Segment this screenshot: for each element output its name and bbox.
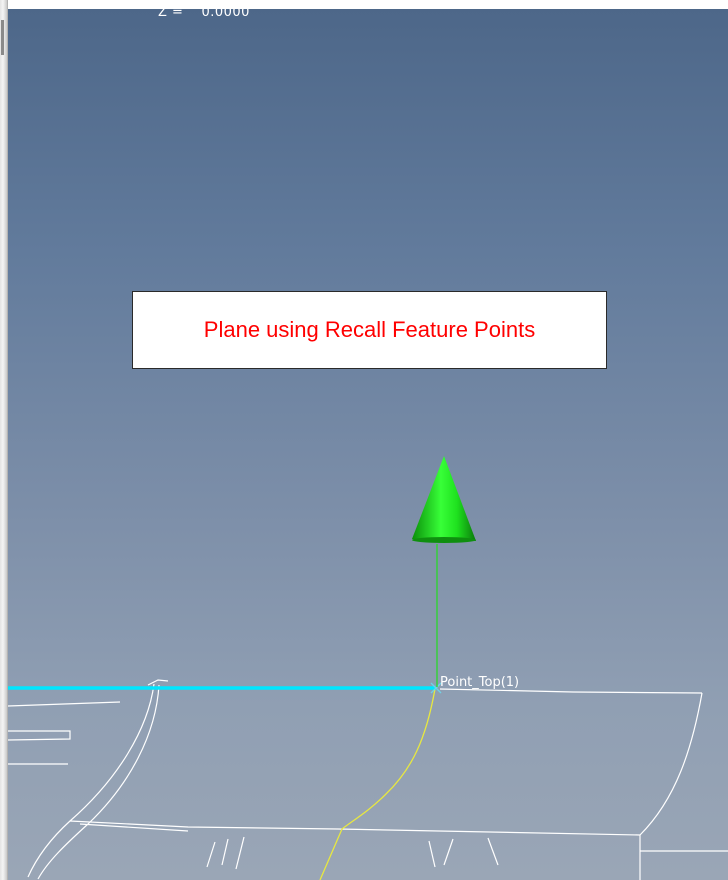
- left-panel-edge[interactable]: [0, 0, 8, 880]
- callout-box: Plane using Recall Feature Points: [132, 291, 607, 369]
- scene-graphics[interactable]: Point_Top(1): [8, 9, 728, 880]
- point-label: Point_Top(1): [440, 675, 519, 690]
- normal-arrow-icon[interactable]: [412, 456, 476, 687]
- callout-text: Plane using Recall Feature Points: [203, 317, 536, 342]
- cad-screen: Z = 0.0000 Point_Top(1) Plane using Reca…: [0, 0, 728, 880]
- 3d-viewport[interactable]: Z = 0.0000 Point_Top(1) Plane using Reca…: [8, 9, 728, 880]
- section-curve[interactable]: [319, 688, 436, 880]
- part-wireframe[interactable]: [8, 679, 728, 880]
- panel-splitter-handle[interactable]: [1, 20, 4, 55]
